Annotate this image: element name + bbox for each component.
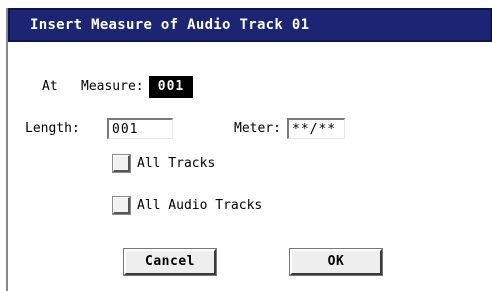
at-label: At <box>42 79 58 94</box>
dialog-titlebar: Insert Measure of Audio Track 01 <box>8 8 492 42</box>
meter-label: Meter: <box>234 121 281 136</box>
measure-value-field[interactable]: 001 <box>149 76 193 98</box>
length-field[interactable]: 001 <box>107 118 173 139</box>
all-audio-tracks-label[interactable]: All Audio Tracks <box>137 198 262 213</box>
all-tracks-checkbox[interactable] <box>112 154 131 173</box>
measure-label: Measure: <box>81 79 144 94</box>
all-tracks-label[interactable]: All Tracks <box>137 156 215 171</box>
dialog-title: Insert Measure of Audio Track 01 <box>30 17 310 33</box>
cancel-button[interactable]: Cancel <box>123 248 217 276</box>
meter-field[interactable]: **/** <box>287 118 345 139</box>
insert-measure-dialog: Insert Measure of Audio Track 01 At Meas… <box>6 8 492 291</box>
all-audio-tracks-checkbox[interactable] <box>112 196 131 215</box>
length-label: Length: <box>25 121 80 136</box>
ok-button[interactable]: OK <box>289 248 383 276</box>
